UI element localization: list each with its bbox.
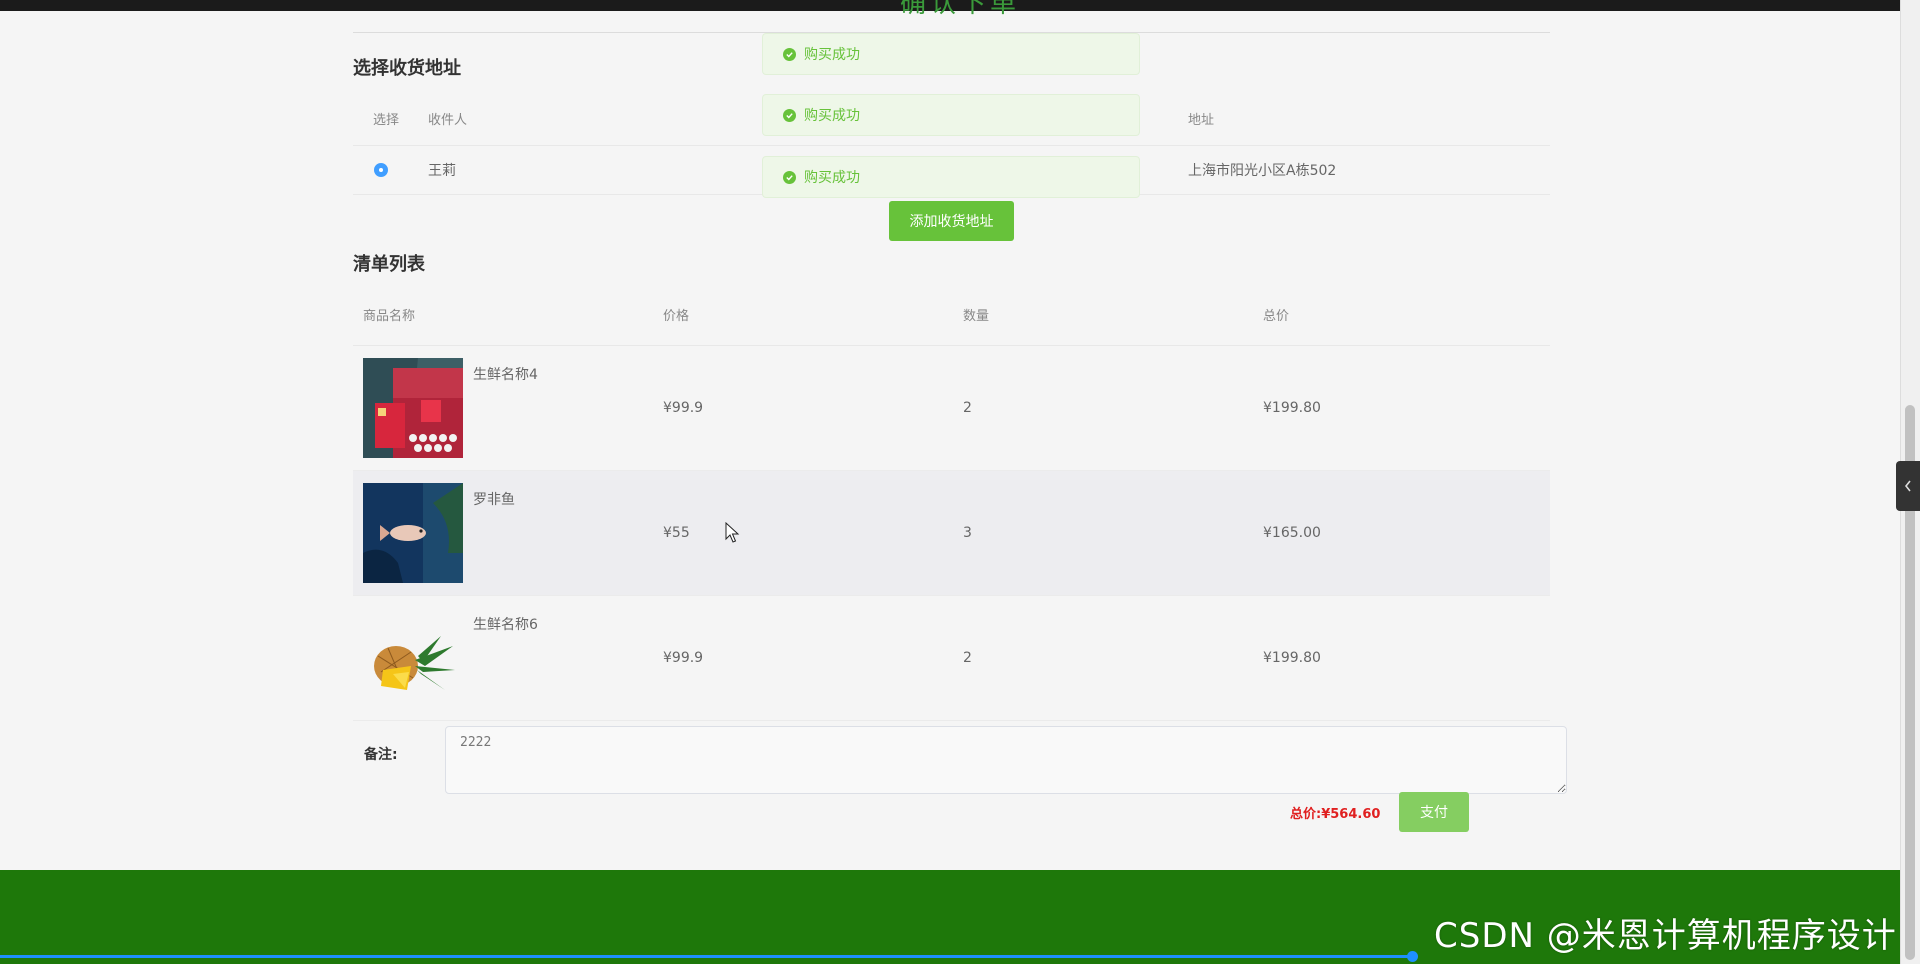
column-subtotal: 总价 — [1263, 283, 1550, 346]
address-section-title: 选择收货地址 — [353, 58, 461, 79]
video-progress-handle[interactable] — [1407, 951, 1418, 962]
column-product-name: 商品名称 — [353, 283, 663, 346]
gift-box-image — [363, 358, 463, 458]
product-cell: 生鲜名称4 — [353, 358, 663, 458]
total-label: 总价: — [1290, 807, 1322, 822]
product-quantity: 2 — [963, 595, 1263, 721]
column-select: 选择 — [353, 91, 428, 146]
product-name: 生鲜名称4 — [473, 367, 538, 383]
product-name: 罗非鱼 — [473, 492, 515, 508]
column-price: 价格 — [663, 283, 963, 346]
table-row: 生鲜名称4 ¥99.9 2 ¥199.80 — [353, 345, 1550, 471]
check-circle-icon — [783, 108, 796, 122]
check-circle-icon — [783, 47, 796, 61]
chevron-left-icon — [1904, 480, 1911, 492]
product-subtotal: ¥199.80 — [1263, 595, 1550, 721]
items-table-header: 商品名称 价格 数量 总价 — [353, 283, 1550, 346]
product-cell: 罗非鱼 — [353, 483, 663, 583]
pineapple-image — [363, 608, 463, 708]
product-quantity: 2 — [963, 345, 1263, 471]
success-toast: 购买成功 — [762, 156, 1140, 198]
product-price: ¥55 — [663, 470, 963, 596]
success-toast: 购买成功 — [762, 33, 1140, 75]
list-section-title: 清单列表 — [353, 254, 425, 275]
address-radio-cell[interactable] — [353, 145, 428, 195]
page-title: 确认下单 — [899, 0, 1020, 19]
remark-label: 备注: — [364, 747, 398, 763]
add-address-button[interactable]: 添加收货地址 — [889, 201, 1014, 241]
success-toast: 购买成功 — [762, 94, 1140, 136]
table-row: 罗非鱼 ¥55 3 ¥165.00 — [353, 470, 1550, 596]
product-quantity: 3 — [963, 470, 1263, 596]
total-value: ¥564.60 — [1321, 807, 1381, 822]
order-items-table: 商品名称 价格 数量 总价 生鲜名称4 ¥99.9 2 ¥199.80 罗非鱼 … — [353, 283, 1550, 721]
address-radio-selected[interactable] — [374, 163, 388, 177]
product-name: 生鲜名称6 — [473, 617, 538, 633]
side-panel-toggle[interactable] — [1896, 461, 1920, 511]
remark-input[interactable]: 2222 — [445, 726, 1567, 794]
video-progress-bar[interactable] — [0, 955, 1412, 958]
product-cell: 生鲜名称6 — [353, 608, 663, 708]
table-row: 生鲜名称6 ¥99.9 2 ¥199.80 — [353, 595, 1550, 721]
recipient-address: 上海市阳光小区A栋502 — [1188, 145, 1550, 195]
check-circle-icon — [783, 170, 796, 184]
column-address: 地址 — [1188, 91, 1550, 146]
pay-button[interactable]: 支付 — [1399, 792, 1469, 832]
csdn-watermark: CSDN @米恩计算机程序设计 — [1434, 916, 1897, 956]
column-quantity: 数量 — [963, 283, 1263, 346]
toast-message: 购买成功 — [804, 47, 860, 63]
fish-image — [363, 483, 463, 583]
toast-message: 购买成功 — [804, 170, 860, 186]
mouse-cursor-icon — [725, 522, 740, 543]
product-subtotal: ¥199.80 — [1263, 345, 1550, 471]
toast-message: 购买成功 — [804, 108, 860, 124]
product-subtotal: ¥165.00 — [1263, 470, 1550, 596]
product-price: ¥99.9 — [663, 345, 963, 471]
product-price: ¥99.9 — [663, 595, 963, 721]
order-total: 总价:¥564.60 — [1290, 803, 1380, 822]
